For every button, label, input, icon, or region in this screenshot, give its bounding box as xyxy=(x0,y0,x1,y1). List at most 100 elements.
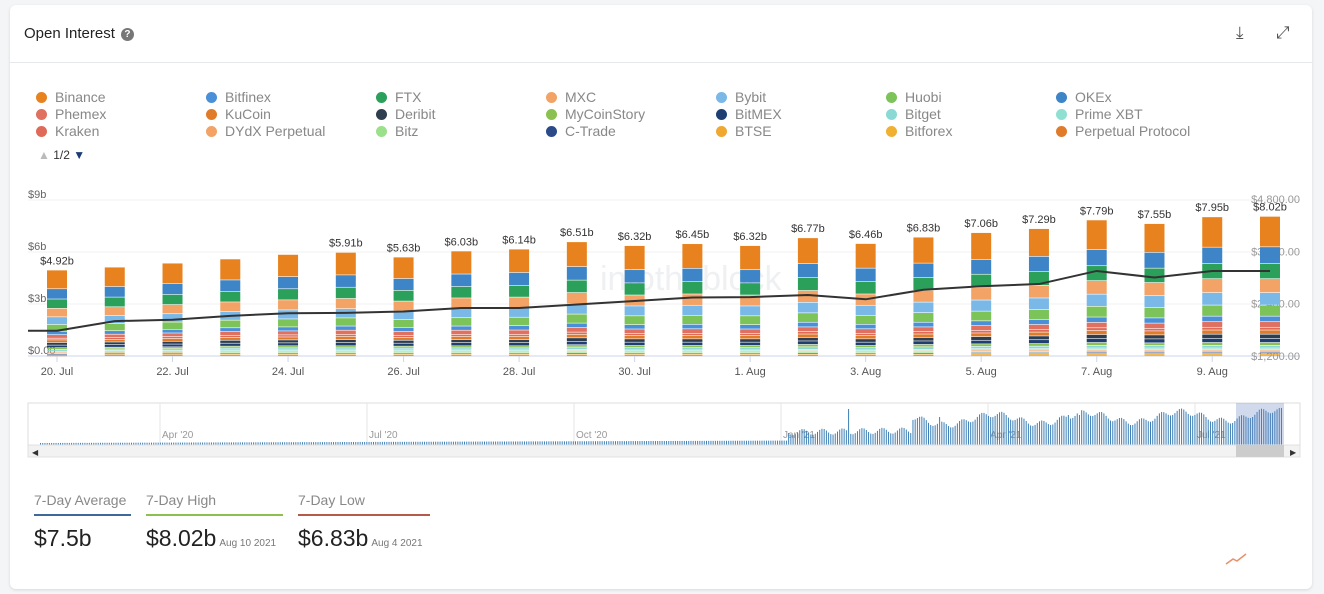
bar-segment-binance xyxy=(509,249,530,273)
navigator-bar xyxy=(1063,415,1065,445)
bar-segment-dydx-perpetual xyxy=(1260,349,1280,351)
bar-segment-kraken xyxy=(162,336,183,339)
bar-segment-huobi xyxy=(104,323,125,331)
navigator-bar xyxy=(1087,414,1089,445)
navigator-bar xyxy=(499,441,501,445)
bar-segment-btse xyxy=(220,354,241,355)
navigator-bar xyxy=(528,441,530,445)
bar-segment-btse xyxy=(971,353,992,355)
bar-segment-dydx-perpetual xyxy=(220,351,241,352)
navigator-bar xyxy=(783,440,785,445)
bar-segment-mxc xyxy=(682,294,703,305)
bar-segment-kraken xyxy=(1202,327,1223,330)
navigator-bar xyxy=(925,420,927,445)
bar-segment-mxc xyxy=(220,302,241,312)
bar-segment-kucoin xyxy=(451,336,472,340)
bar-segment-btse xyxy=(797,354,818,355)
bar-segment-bitz xyxy=(971,351,992,353)
bar-segment-kraken xyxy=(913,331,934,334)
navigator-bar xyxy=(965,420,967,445)
data-label: $8.02b xyxy=(1253,202,1287,214)
navigator-bar xyxy=(987,415,989,445)
navigator-bar xyxy=(947,426,949,445)
bar-segment-bitfinex xyxy=(393,327,414,332)
navigator-bar xyxy=(741,440,743,445)
navigator-bar xyxy=(1061,415,1063,445)
navigator-bar xyxy=(874,432,876,445)
navigator-bar xyxy=(468,441,470,445)
navigator-bar xyxy=(1232,422,1234,445)
scroll-left-icon[interactable]: ◀ xyxy=(32,448,39,457)
navigator-bar xyxy=(459,441,461,445)
navigator-bar xyxy=(1103,413,1105,445)
bar-segment-bitmex xyxy=(855,342,876,346)
bar-segment-bitforex xyxy=(1260,354,1280,356)
navigator-bar xyxy=(1209,421,1211,445)
navigator-bar xyxy=(677,440,679,445)
bar-segment-kucoin xyxy=(162,338,183,342)
navigator-bar xyxy=(1134,423,1136,445)
navigator-bar xyxy=(1047,424,1049,445)
navigator-bar xyxy=(745,440,747,445)
bar-segment-okex xyxy=(855,268,876,282)
navigator-bar xyxy=(570,441,572,445)
bar-segment-bybit xyxy=(624,306,645,316)
bar-segment-dydx-perpetual xyxy=(1086,349,1107,351)
navigator-bar xyxy=(1130,425,1132,445)
navigator-bar xyxy=(797,432,799,445)
bar-segment-perpetual-protocol xyxy=(1086,355,1107,356)
bar-segment-mycoinstory xyxy=(1260,342,1280,345)
bar-segment-bybit xyxy=(47,317,67,325)
navigator-bar xyxy=(923,417,925,445)
bar-segment-bitmex xyxy=(393,343,414,346)
navigator-bar xyxy=(543,441,545,445)
bar-segment-deribit xyxy=(451,339,472,343)
navigator-bar xyxy=(1203,414,1205,445)
navigator-bar xyxy=(901,427,903,445)
navigator-bar xyxy=(1136,421,1138,445)
bar-segment-mxc xyxy=(278,300,299,310)
bar-segment-mxc xyxy=(971,288,992,300)
bar-segment-ftx xyxy=(682,281,703,294)
bar-segment-kucoin xyxy=(1028,332,1049,336)
bar-segment-btse xyxy=(1144,353,1165,355)
bar-segment-c-trade xyxy=(104,353,125,355)
scroll-right-icon[interactable]: ▶ xyxy=(1290,448,1297,457)
bar-segment-binance xyxy=(1202,217,1223,247)
navigator-bar xyxy=(548,441,550,445)
bar-segment-mxc xyxy=(1260,279,1280,293)
bar-segment-deribit xyxy=(220,340,241,343)
navigator-bar xyxy=(999,412,1001,445)
bar-segment-kucoin xyxy=(1260,330,1280,334)
navigator-bar xyxy=(956,423,958,445)
navigator-bar xyxy=(1112,421,1114,445)
bar-segment-bitget xyxy=(278,348,299,350)
scrollbar-track[interactable] xyxy=(27,444,1301,458)
bar-segment-dydx-perpetual xyxy=(740,351,761,352)
navigator-bar xyxy=(559,441,561,445)
data-label: $6.83b xyxy=(907,222,941,234)
navigator-bar xyxy=(1019,417,1021,445)
bar-segment-bitfinex xyxy=(971,321,992,326)
bar-segment-kraken xyxy=(104,337,125,340)
navigator-bar xyxy=(801,429,803,445)
scrollbar-thumb[interactable] xyxy=(1236,445,1284,457)
navigator-label: Apr '20 xyxy=(162,430,194,441)
bar-segment-okex xyxy=(393,278,414,291)
navigator-bar xyxy=(899,428,901,445)
bar-segment-bitz xyxy=(682,352,703,353)
bar-segment-okex xyxy=(624,270,645,283)
bar-segment-ftx xyxy=(1144,268,1165,283)
navigator-bar xyxy=(852,434,854,445)
y-left-tick-label: $6b xyxy=(28,241,46,253)
bar-segment-huobi xyxy=(451,318,472,326)
navigator-bar xyxy=(1123,419,1125,445)
bar-segment-mycoinstory xyxy=(740,345,761,348)
bar-segment-phemex xyxy=(47,335,67,338)
bar-segment-kraken xyxy=(278,335,299,337)
navigator-bar xyxy=(870,433,872,445)
bar-segment-huobi xyxy=(1144,307,1165,318)
navigator-bar xyxy=(888,431,890,445)
bar-segment-prime-xbt xyxy=(335,350,356,351)
bar-segment-huobi xyxy=(1028,309,1049,320)
